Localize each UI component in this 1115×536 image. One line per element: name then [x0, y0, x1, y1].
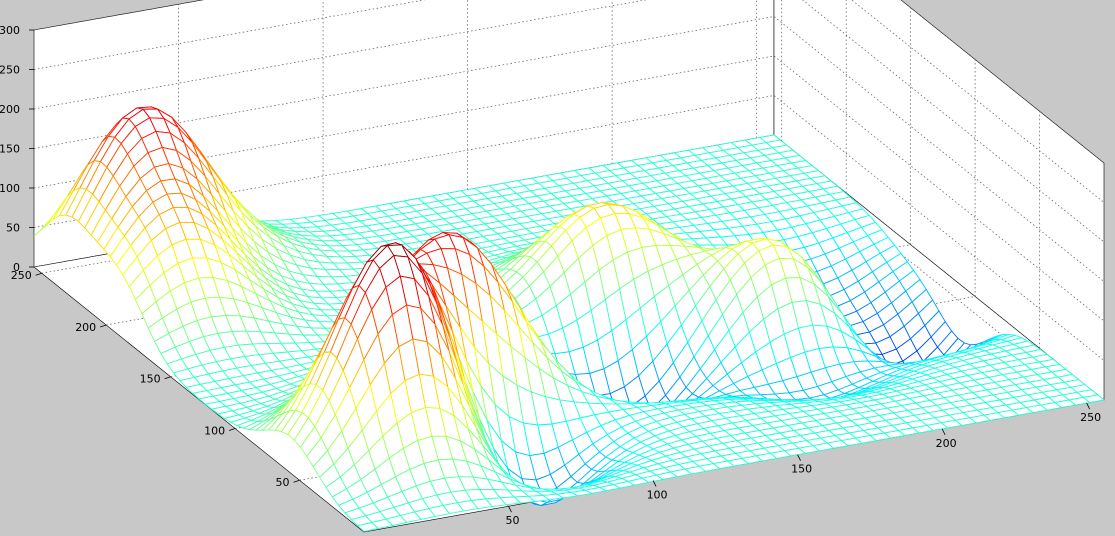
z-tick-label: 50: [6, 222, 20, 235]
x-tick-label: 150: [791, 463, 812, 476]
z-tick-label: 150: [0, 143, 20, 156]
z-tick-label: 300: [0, 24, 20, 37]
z-tick-label: 250: [0, 64, 20, 77]
z-tick-label: 200: [0, 103, 20, 116]
x-tick-label: 50: [506, 514, 520, 527]
y-tick-label: 100: [204, 424, 225, 437]
z-tick-label: 0: [13, 261, 20, 274]
z-tick-label: 100: [0, 182, 20, 195]
x-tick-label: 200: [936, 437, 957, 450]
y-tick-label: 50: [276, 476, 290, 489]
surface-plot: 50 100 150 200 250 50 100 150 200 250 0 50 100 150 200…: [0, 0, 1115, 536]
x-tick-label: 100: [647, 488, 668, 501]
x-tick-label: 250: [1080, 411, 1101, 424]
y-tick-label: 200: [75, 321, 96, 334]
y-tick-label: 150: [140, 373, 161, 386]
